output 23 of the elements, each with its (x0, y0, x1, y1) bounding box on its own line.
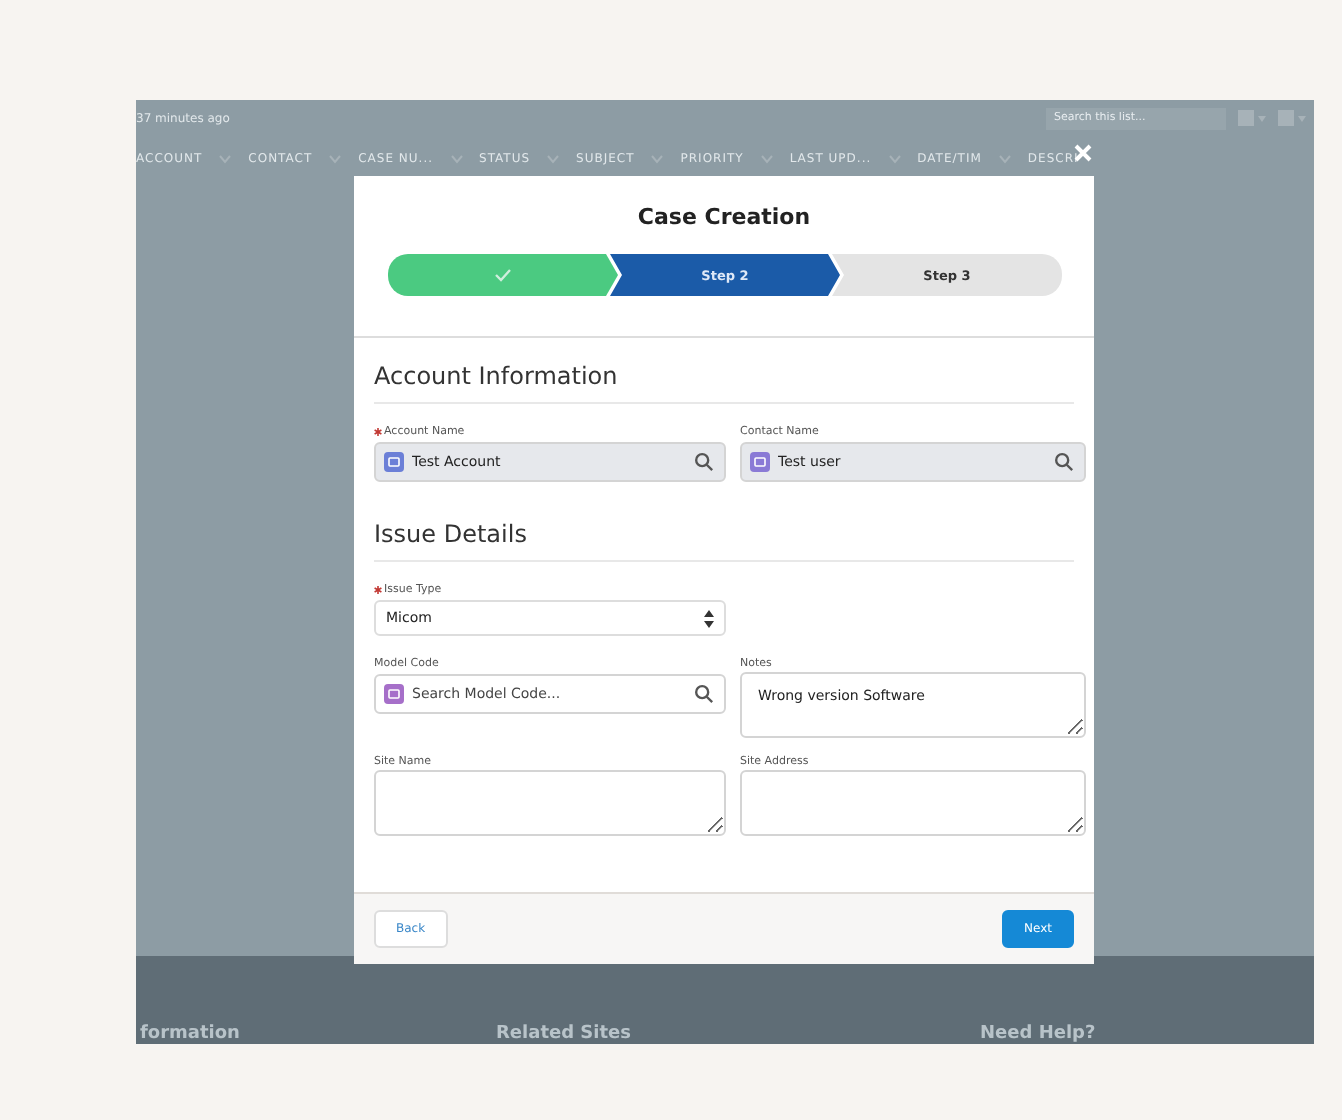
section-heading: Issue Details (374, 496, 1074, 562)
modal-title: Case Creation (635, 202, 813, 234)
text-area[interactable] (740, 770, 1086, 836)
chevron-icon (218, 154, 233, 164)
sort-arrows-icon (704, 609, 714, 627)
search-icon (694, 684, 714, 704)
footer-heading: formation (140, 1026, 242, 1044)
chevron-icon (546, 154, 561, 164)
close-icon (1074, 144, 1092, 162)
text-area[interactable] (374, 770, 726, 836)
chevron-icon (328, 154, 343, 164)
footer-heading: Related Sites (496, 1026, 634, 1044)
search-icon (694, 452, 714, 472)
chevron-icon (650, 154, 665, 164)
chevron-icon (997, 154, 1012, 164)
search-icon (1054, 452, 1074, 472)
path-step[interactable] (388, 254, 618, 296)
section-heading: Account Information (374, 338, 1074, 404)
chevron-icon (887, 154, 902, 164)
chevron-icon (449, 154, 464, 164)
chevron-icon (759, 154, 774, 164)
footer-heading: Need Help? (980, 1026, 1096, 1044)
check-icon (494, 268, 512, 282)
